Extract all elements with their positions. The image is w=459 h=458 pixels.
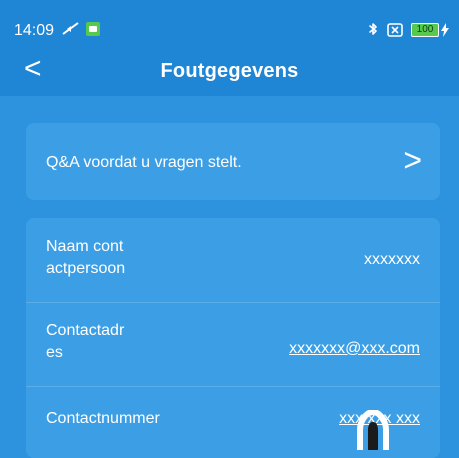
status-time: 14:09: [14, 22, 55, 39]
contact-email-row[interactable]: Contactadr es xxxxxxx@xxx.com: [26, 302, 440, 387]
contact-email-link[interactable]: xxxxxxx@xxx.com: [289, 338, 420, 360]
battery-level: 100: [416, 24, 434, 35]
qa-link[interactable]: Q&A voordat u vragen stelt. >: [26, 123, 440, 200]
charging-icon: [441, 23, 449, 37]
status-left-icons: [62, 22, 100, 36]
contact-name-value: xxxxxxx: [364, 251, 420, 268]
app-icon: [86, 22, 100, 36]
bluetooth-icon: [369, 23, 377, 35]
qa-label: Q&A voordat u vragen stelt.: [46, 154, 242, 171]
content: Q&A voordat u vragen stelt. > Naam cont …: [0, 96, 459, 458]
contact-email-label: Contactadr es: [46, 322, 125, 361]
contact-phone-label: Contactnummer: [46, 410, 160, 427]
contact-name-row[interactable]: Naam cont actpersoon xxxxxxx: [26, 218, 440, 303]
contact-name-label: Naam cont actpersoon: [46, 238, 126, 277]
touch-pointer-icon: [357, 410, 389, 450]
page-title: Foutgegevens: [160, 60, 299, 82]
battery-indicator: 100: [411, 23, 449, 37]
sim-icon: [387, 23, 403, 37]
navbar: < Foutgegevens: [0, 44, 459, 96]
chevron-right-icon: >: [403, 142, 422, 178]
status-bar: 14:09 100: [0, 0, 459, 44]
mute-icon: [62, 22, 79, 35]
status-right-icons: 100: [367, 22, 449, 38]
